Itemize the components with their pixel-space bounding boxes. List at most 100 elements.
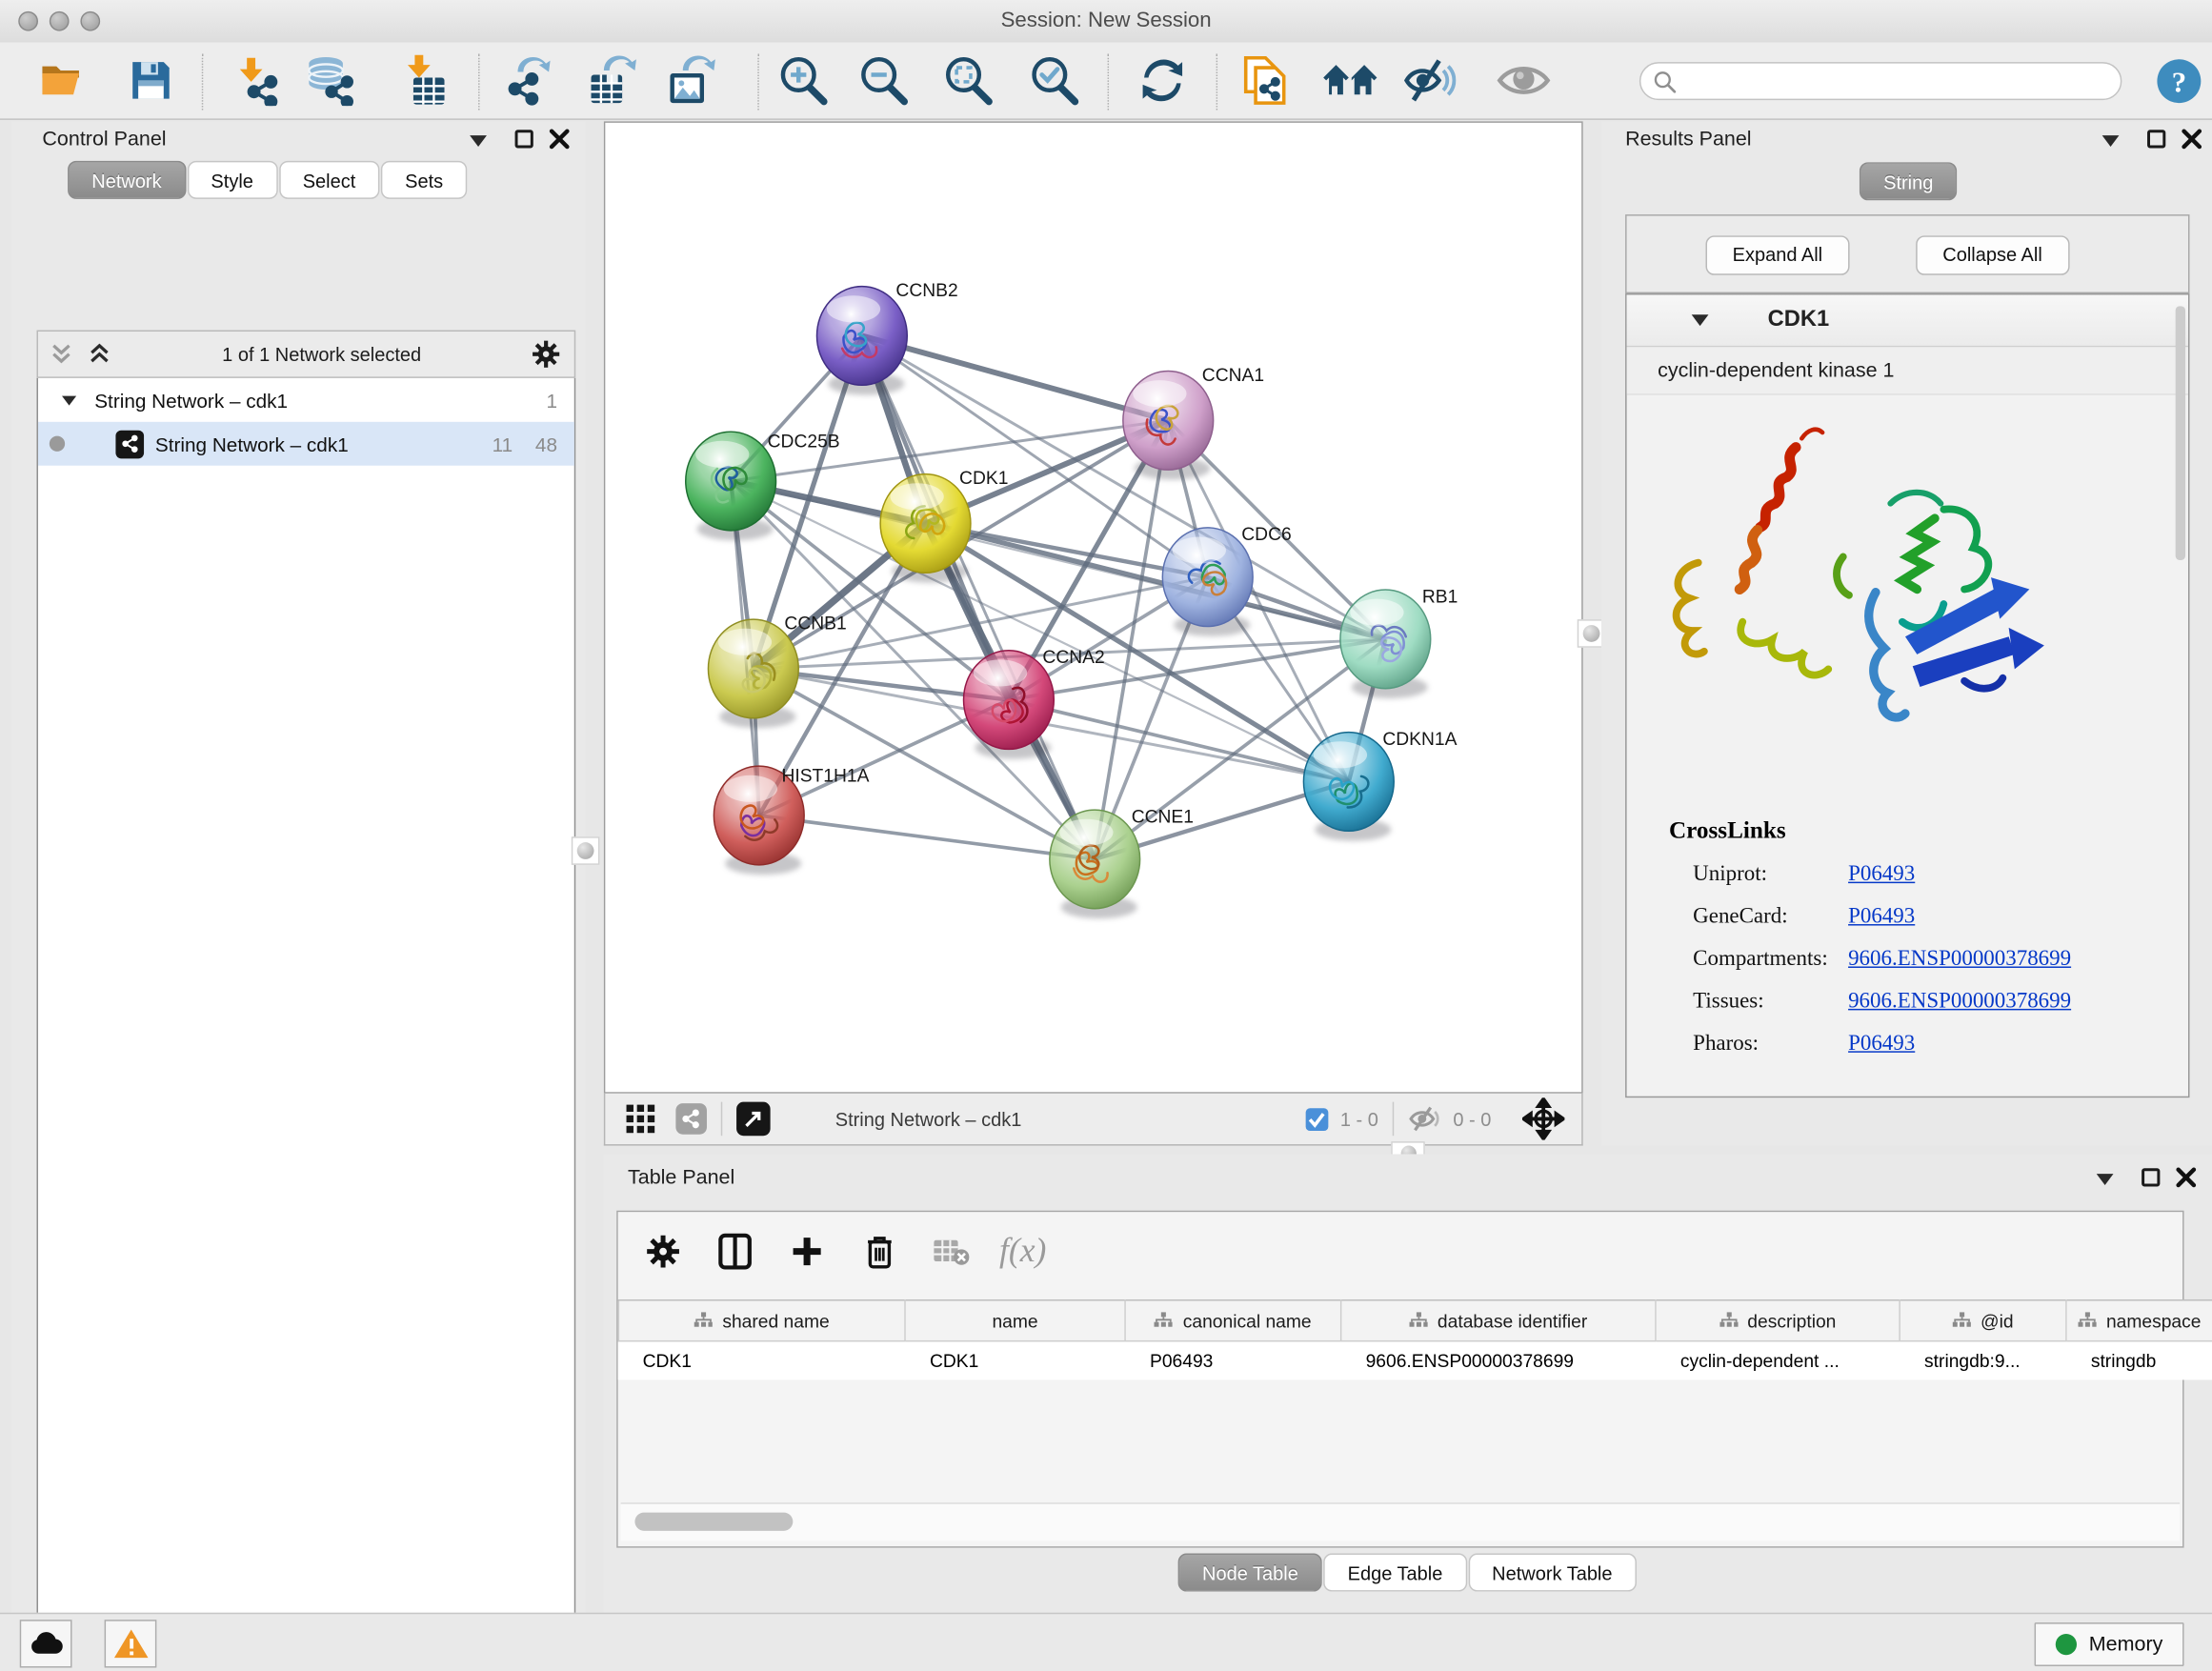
import-table-file-button[interactable]: [396, 50, 458, 111]
export-table-button[interactable]: [581, 50, 643, 111]
table-hscrollbar-thumb[interactable]: [634, 1513, 793, 1531]
results-panel-close-icon[interactable]: [2182, 129, 2202, 150]
network-node-CDC6[interactable]: CDC6: [1162, 525, 1291, 636]
results-panel-float-icon[interactable]: [2147, 130, 2165, 148]
network-overview-button[interactable]: [1319, 50, 1381, 111]
control-panel-close-icon[interactable]: [549, 129, 570, 150]
table-hscrollbar[interactable]: [621, 1502, 2180, 1540]
search-input[interactable]: [1684, 70, 2121, 93]
protein-card-expander-icon[interactable]: [1692, 314, 1709, 326]
collapse-all-button[interactable]: Collapse All: [1916, 235, 2069, 274]
table-options-button[interactable]: [634, 1223, 691, 1279]
crosslink-value-link[interactable]: P06493: [1848, 862, 1915, 888]
export-network-button[interactable]: [498, 50, 560, 111]
control-panel-menu-icon[interactable]: [470, 135, 487, 147]
tab-node-table[interactable]: Node Table: [1178, 1554, 1322, 1592]
zoom-selected-button[interactable]: [1023, 50, 1085, 111]
collapse-all-icon[interactable]: [50, 343, 73, 366]
column-header-database-identifier[interactable]: database identifier: [1341, 1300, 1656, 1341]
warnings-button[interactable]: [105, 1620, 157, 1667]
network-node-HIST1H1A[interactable]: HIST1H1A: [714, 766, 869, 875]
network-node-RB1[interactable]: RB1: [1340, 587, 1458, 698]
help-button[interactable]: ?: [2156, 58, 2202, 105]
save-floppy-icon: [130, 59, 171, 101]
delete-table-button-disabled: [923, 1223, 979, 1279]
column-header-name[interactable]: name: [905, 1300, 1125, 1341]
column-header--id[interactable]: @id: [1900, 1300, 2066, 1341]
network-row-selected[interactable]: String Network – cdk1 11 48: [38, 422, 574, 466]
crosslink-value-link[interactable]: 9606.ENSP00000378699: [1848, 989, 2071, 1015]
export-table-icon: [587, 55, 637, 106]
hidden-eye-icon[interactable]: [1408, 1106, 1442, 1132]
grid-view-icon[interactable]: [625, 1103, 656, 1135]
tab-network[interactable]: Network: [68, 161, 186, 199]
gear-icon: [646, 1235, 680, 1269]
node-label-CCNB2: CCNB2: [895, 281, 957, 301]
show-columns-button[interactable]: [707, 1223, 763, 1279]
protein-card-header[interactable]: CDK1: [1627, 295, 2188, 348]
open-session-button[interactable]: [32, 50, 94, 111]
tab-select[interactable]: Select: [279, 161, 380, 199]
expand-all-button[interactable]: Expand All: [1706, 235, 1850, 274]
hidden-count: 0 - 0: [1453, 1108, 1491, 1129]
import-network-database-button[interactable]: [300, 50, 362, 111]
add-column-button[interactable]: [779, 1223, 835, 1279]
clone-network-button[interactable]: [1235, 50, 1297, 111]
expand-all-icon[interactable]: [88, 343, 111, 366]
status-bar: Memory: [0, 1613, 2212, 1671]
network-edge[interactable]: [862, 335, 1095, 858]
network-edge[interactable]: [1009, 700, 1349, 782]
selected-checkbox-icon[interactable]: [1305, 1107, 1329, 1131]
save-session-button[interactable]: [120, 50, 182, 111]
results-panel-menu-icon[interactable]: [2102, 135, 2120, 147]
table-panel-close-icon[interactable]: [2176, 1167, 2197, 1188]
network-node-CCNA1[interactable]: CCNA1: [1123, 366, 1264, 480]
search-icon: [1654, 70, 1677, 92]
crosslink-value-link[interactable]: P06493: [1848, 904, 1915, 930]
network-canvas[interactable]: CCNB2CCNA1CDC25BCDK1CDC6RB1CCNB1CCNA2CDK…: [604, 121, 1583, 1093]
selected-count: 1 - 0: [1340, 1108, 1378, 1129]
left-splitter-handle[interactable]: [572, 836, 600, 865]
zoom-out-button[interactable]: [853, 50, 915, 111]
toolbar-search[interactable]: [1639, 62, 2122, 100]
import-network-file-button[interactable]: [229, 50, 291, 111]
column-header-shared-name[interactable]: shared name: [618, 1300, 905, 1341]
network-edge[interactable]: [862, 335, 1168, 420]
control-panel-float-icon[interactable]: [515, 130, 533, 148]
fit-content-button[interactable]: [936, 50, 998, 111]
node-label-CDK1: CDK1: [959, 469, 1008, 489]
crosslink-value-link[interactable]: 9606.ENSP00000378699: [1848, 947, 2071, 973]
network-node-CCNE1[interactable]: CCNE1: [1050, 807, 1194, 918]
title-bar: Session: New Session: [0, 0, 2212, 44]
tab-style[interactable]: Style: [187, 161, 277, 199]
cloud-button[interactable]: [20, 1620, 72, 1667]
table-row[interactable]: CDK1CDK1P064939606.ENSP00000378699cyclin…: [618, 1341, 2212, 1380]
network-share-icon[interactable]: [675, 1103, 707, 1135]
zoom-in-button[interactable]: [772, 50, 834, 111]
column-header-description[interactable]: description: [1656, 1300, 1900, 1341]
tab-string[interactable]: String: [1860, 162, 1958, 200]
open-in-window-icon[interactable]: [736, 1102, 771, 1137]
table-panel-float-icon[interactable]: [2142, 1168, 2160, 1186]
export-image-button[interactable]: [660, 50, 722, 111]
results-scrollbar-thumb[interactable]: [2176, 306, 2185, 560]
table-panel-menu-icon[interactable]: [2097, 1174, 2114, 1185]
application-window: Session: New Session: [0, 0, 2212, 1671]
delete-column-button[interactable]: [851, 1223, 907, 1279]
tab-sets[interactable]: Sets: [381, 161, 467, 199]
crosslink-value-link[interactable]: P06493: [1848, 1032, 1915, 1057]
tab-edge-table[interactable]: Edge Table: [1323, 1554, 1466, 1592]
hide-graphics-details-button[interactable]: [1398, 50, 1460, 111]
tab-network-table[interactable]: Network Table: [1468, 1554, 1637, 1592]
pan-crosshair-icon[interactable]: [1522, 1097, 1564, 1139]
network-node-CCNA2[interactable]: CCNA2: [964, 648, 1105, 759]
column-header-canonical-name[interactable]: canonical name: [1125, 1300, 1341, 1341]
network-options-gear-icon[interactable]: [532, 340, 560, 369]
column-header-namespace[interactable]: namespace: [2066, 1300, 2212, 1341]
apply-layout-button[interactable]: [1132, 50, 1194, 111]
network-collection-row[interactable]: String Network – cdk1 1: [38, 378, 574, 422]
network-edge[interactable]: [759, 815, 1095, 859]
collection-expander-icon[interactable]: [62, 395, 76, 405]
network-node-CDKN1A[interactable]: CDKN1A: [1303, 730, 1457, 841]
memory-button[interactable]: Memory: [2034, 1622, 2184, 1666]
